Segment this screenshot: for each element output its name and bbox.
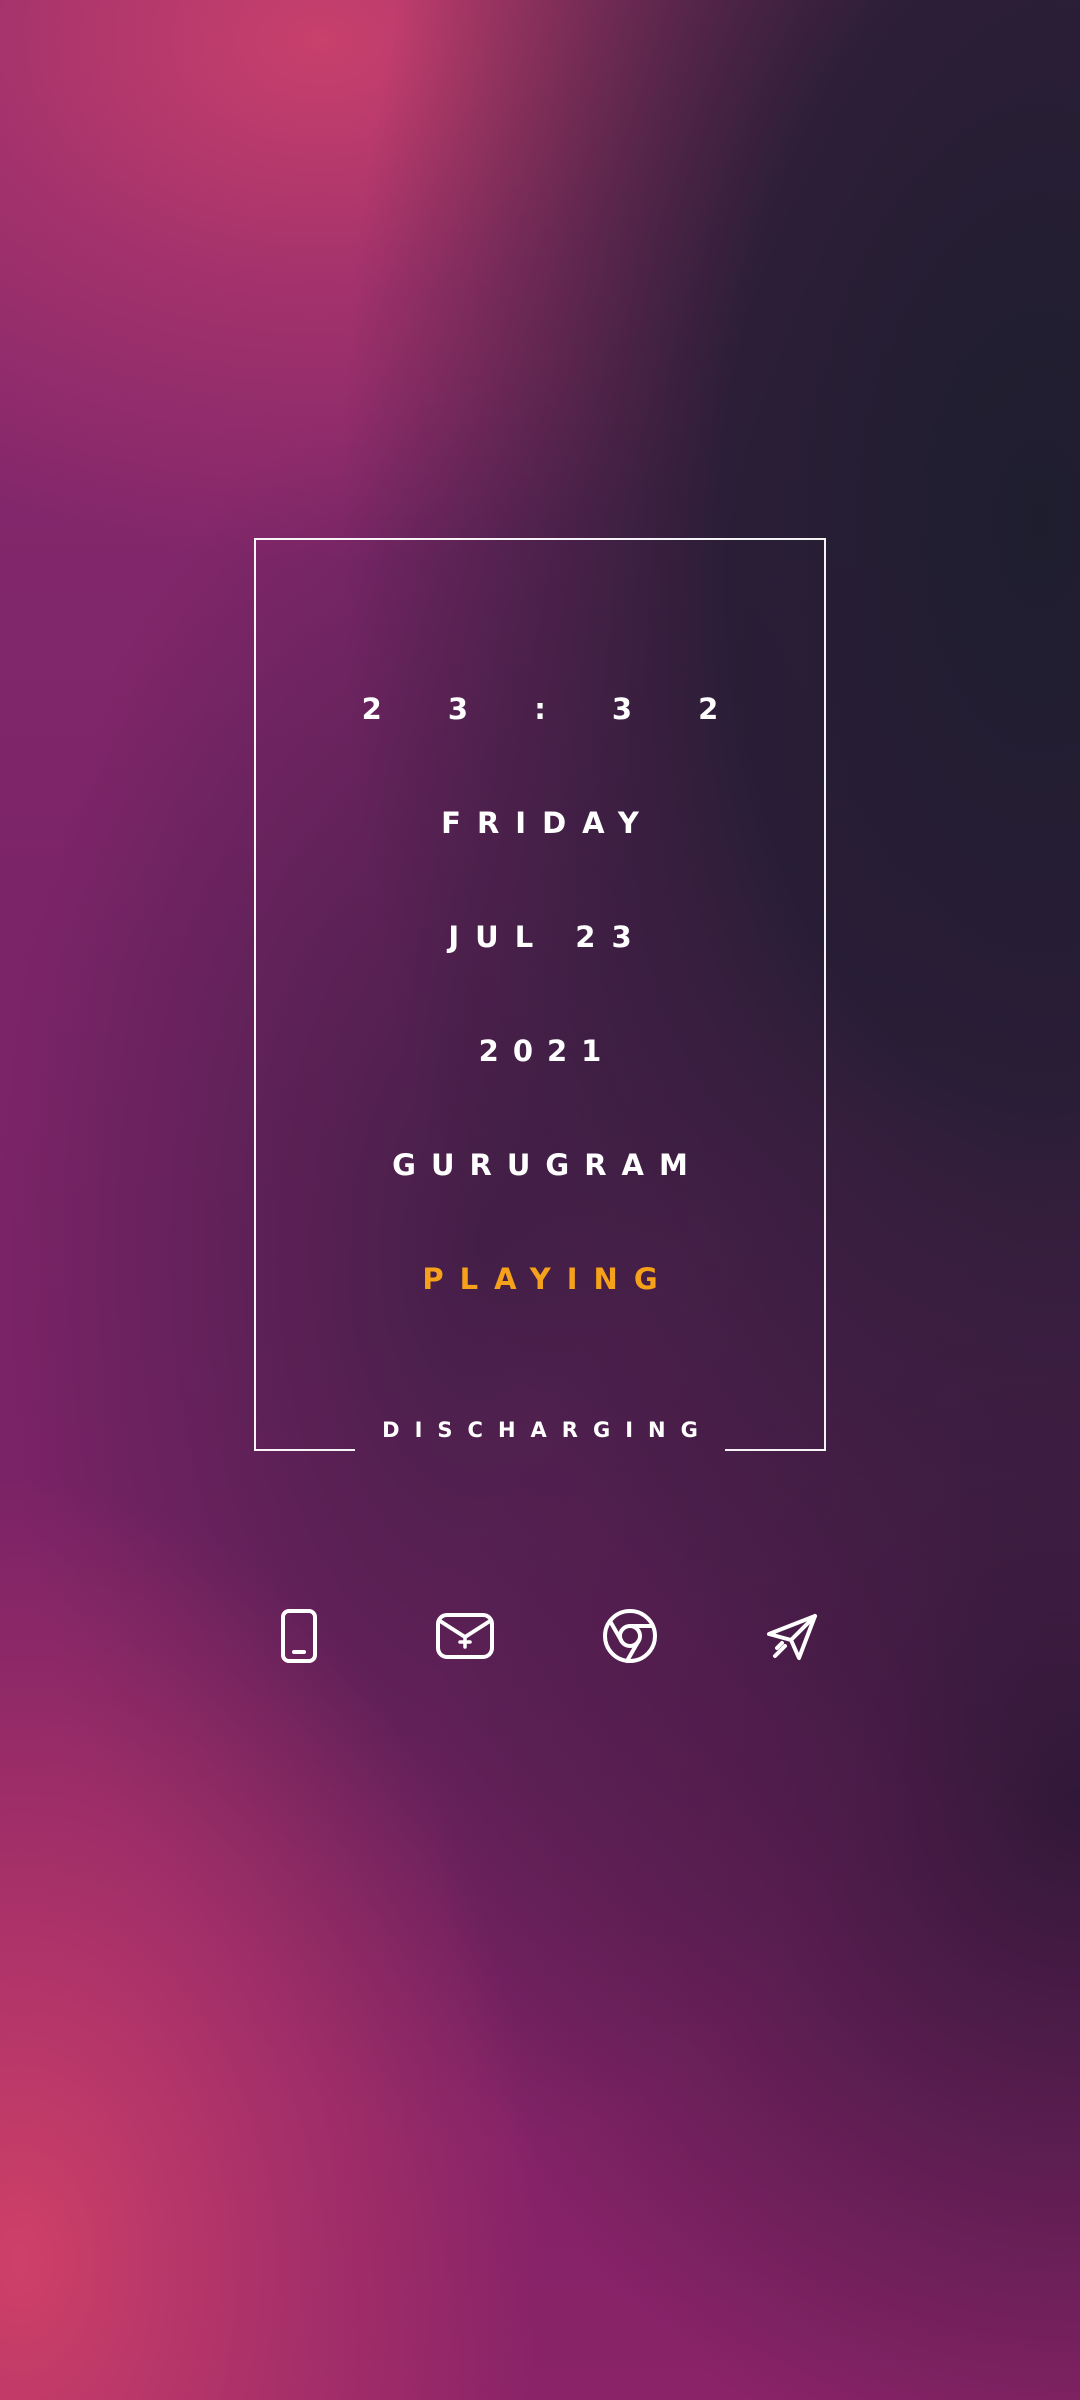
frame-divider-left [254,1449,355,1451]
clock-frame [254,538,826,1451]
clock-time[interactable]: 2 3 : 3 2 [0,689,1080,729]
chrome-icon[interactable] [590,1596,670,1676]
home-screen: { "clock": { "time": "2 3 : 3 2", "day":… [0,0,1080,2400]
app-dock [0,1596,1080,1676]
battery-status: DISCHARGING [382,1418,713,1442]
mail-icon[interactable] [425,1596,505,1676]
location-label[interactable]: GURUGRAM [0,1145,1080,1185]
weekday-label: FRIDAY [441,806,655,840]
frame-divider-right [725,1449,826,1451]
phone-icon[interactable] [259,1596,339,1676]
media-status[interactable]: PLAYING [0,1259,1080,1299]
date-label[interactable]: JUL 23 [0,917,1080,957]
send-icon[interactable] [752,1596,832,1676]
year-label: 2021 [478,1034,616,1068]
